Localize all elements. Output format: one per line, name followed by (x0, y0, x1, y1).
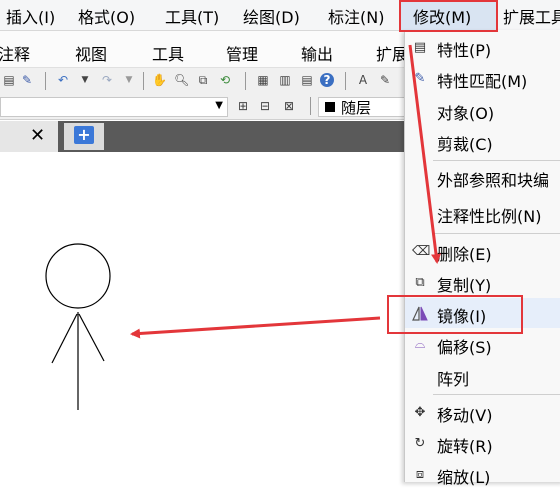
menu-item-label: 偏移(S) (437, 338, 492, 357)
menu-item-label: 复制(Y) (437, 276, 492, 295)
menu-item-label: 删除(E) (437, 245, 492, 264)
menu-item-label: 缩放(L) (437, 468, 491, 487)
menu-item-label: 注释性比例(N) (437, 207, 542, 226)
pan-hand-icon[interactable]: ✋ (152, 73, 167, 87)
rotate-icon: ↻ (414, 436, 426, 451)
zoom-realtime-icon[interactable]: 🔍︎ (174, 73, 189, 87)
scale-icon: ⧈ (415, 467, 425, 482)
layer-state-icon[interactable]: ⊠ (282, 99, 296, 113)
layer-manager-icon[interactable]: ⊟ (258, 99, 272, 113)
menu-separator (433, 233, 560, 234)
paste-icon[interactable]: ▤ (2, 73, 16, 87)
tab-view[interactable]: 视图 (75, 41, 107, 65)
menu-item-label: 旋转(R) (437, 437, 493, 456)
tab-tools[interactable]: 工具 (152, 41, 184, 65)
stick-figure-head (45, 243, 111, 309)
toolbar-separator (310, 97, 311, 115)
undo-icon[interactable]: ↶ (56, 73, 70, 87)
eraser-icon: ⌫ (412, 244, 431, 259)
plus-icon: + (74, 126, 94, 144)
menu-insert[interactable]: 插入(I) (6, 4, 55, 28)
menu-separator (433, 394, 560, 395)
menu-item-label: 外部参照和块编 (437, 171, 550, 190)
tab-manage[interactable]: 管理 (226, 41, 258, 65)
menu-item-scale[interactable]: ⧈ 缩放(L) (405, 460, 560, 488)
menu-item-array[interactable]: 阵列 (405, 362, 560, 390)
menu-item-erase[interactable]: ⌫ 删除(E) (405, 237, 560, 265)
menu-draw[interactable]: 绘图(D) (243, 4, 300, 28)
menu-format[interactable]: 格式(O) (78, 4, 135, 28)
toolbar-separator (45, 72, 46, 90)
color-swatch (325, 102, 335, 112)
menu-item-label: 移动(V) (437, 406, 493, 425)
menu-item-label: 特性匹配(M) (437, 72, 528, 91)
menu-separator (433, 160, 560, 161)
menu-item-move[interactable]: ✥ 移动(V) (405, 398, 560, 426)
menu-item-label: 对象(O) (437, 104, 495, 123)
drawing-canvas[interactable] (0, 152, 404, 482)
menu-item-offset[interactable]: ⌓ 偏移(S) (405, 330, 560, 358)
offset-icon: ⌓ (414, 337, 426, 352)
text-style-icon[interactable]: A (356, 73, 370, 87)
zoom-window-icon[interactable]: ⧉ (196, 73, 210, 87)
properties-icon[interactable]: ▦ (256, 73, 270, 87)
tab-annotate[interactable]: 注释 (0, 41, 30, 65)
stick-figure-right-arm (78, 313, 105, 362)
menu-item-match-properties[interactable]: ✎ 特性匹配(M) (405, 64, 560, 92)
chevron-down-icon[interactable]: ▼ (215, 100, 223, 111)
copy-icon: ⧉ (415, 275, 425, 290)
menu-item-annotative-scale[interactable]: 注释性比例(N) (405, 199, 560, 227)
tab-output[interactable]: 输出 (301, 41, 333, 65)
toolbar-separator (345, 72, 346, 90)
redo-icon[interactable]: ↷ (100, 73, 114, 87)
move-icon: ✥ (414, 405, 426, 420)
menu-extension-tools[interactable]: 扩展工具 (503, 4, 560, 28)
stick-figure-left-arm (51, 313, 78, 364)
layer-dropdown[interactable]: ▼ (0, 97, 228, 117)
menu-item-label: 特性(P) (437, 41, 492, 60)
color-value: 随层 (341, 99, 372, 117)
menu-item-object[interactable]: 对象(O) (405, 96, 560, 124)
menu-tools[interactable]: 工具(T) (165, 4, 219, 28)
color-dropdown[interactable]: 随层 (318, 97, 410, 117)
match-brush-icon: ✎ (414, 71, 426, 86)
menu-item-properties[interactable]: ▤ 特性(P) (405, 33, 560, 61)
chevron-down-icon[interactable]: ▼ (78, 73, 92, 87)
menu-item-clip[interactable]: 剪裁(C) (405, 127, 560, 155)
close-icon[interactable]: ✕ (30, 125, 45, 146)
tool-palette-icon[interactable]: ▤ (300, 73, 314, 87)
match-brush-icon[interactable]: ✎ (20, 73, 34, 87)
menu-item-xref-block-edit[interactable]: 外部参照和块编 (405, 163, 560, 191)
menu-item-label: 剪裁(C) (437, 135, 493, 154)
modify-menu-dropdown: ▤ 特性(P) ✎ 特性匹配(M) 对象(O) 剪裁(C) 外部参照和块编 注释… (404, 30, 560, 487)
highlight-mirror-item (387, 295, 523, 334)
highlight-modify-menu (399, 0, 498, 32)
document-tab[interactable]: ✕ (0, 121, 58, 152)
text-edit-icon[interactable]: ✎ (378, 73, 392, 87)
layer-make-current-icon[interactable]: ⊞ (236, 99, 250, 113)
toolbar-separator (143, 72, 144, 90)
new-tab-button[interactable]: + (64, 123, 104, 150)
properties-icon: ▤ (413, 40, 427, 55)
help-icon[interactable]: ? (320, 73, 334, 87)
menu-item-copy[interactable]: ⧉ 复制(Y) (405, 268, 560, 296)
menu-item-label: 阵列 (437, 370, 470, 389)
menu-dimension[interactable]: 标注(N) (328, 4, 384, 28)
zoom-previous-icon[interactable]: ⟲ (218, 73, 232, 87)
chevron-down-icon[interactable]: ▼ (122, 73, 136, 87)
menu-item-rotate[interactable]: ↻ 旋转(R) (405, 429, 560, 457)
design-center-icon[interactable]: ▥ (278, 73, 292, 87)
toolbar-separator (245, 72, 246, 90)
